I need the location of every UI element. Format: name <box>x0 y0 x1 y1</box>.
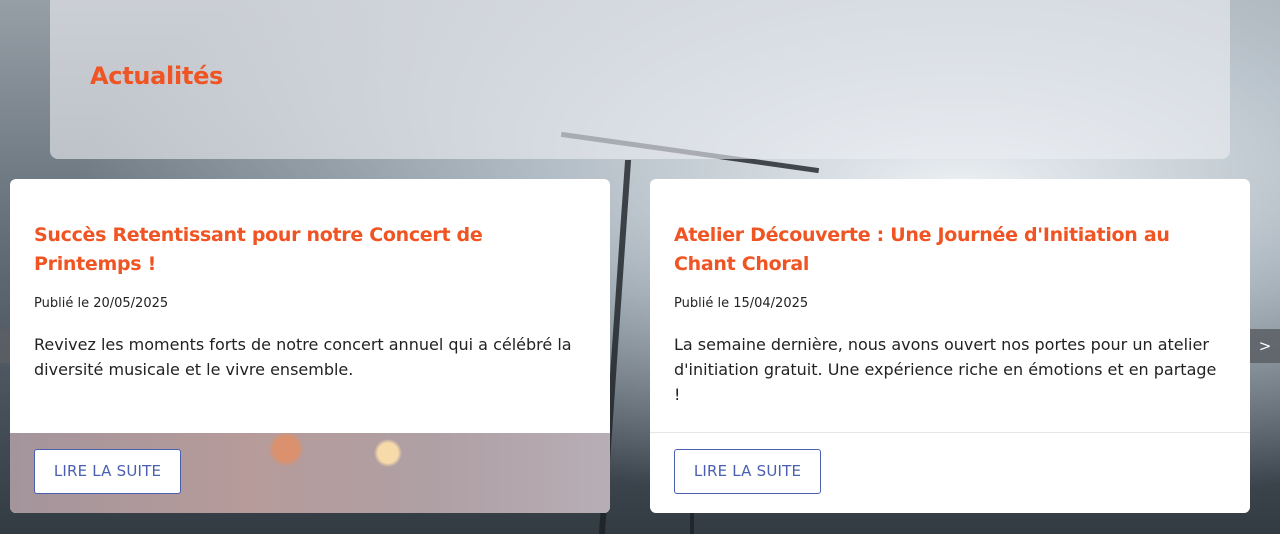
article-excerpt: La semaine dernière, nous avons ouvert n… <box>674 335 1217 404</box>
news-card: Atelier Découverte : Une Journée d'Initi… <box>650 179 1250 513</box>
news-card: Succès Retentissant pour notre Concert d… <box>10 179 610 513</box>
article-excerpt: Revivez les moments forts de notre conce… <box>34 335 572 379</box>
news-header: Actualités <box>50 0 1230 159</box>
carousel-next-button[interactable]: > <box>1250 329 1280 363</box>
card-footer: LIRE LA SUITE <box>650 432 1250 513</box>
card-footer: LIRE LA SUITE <box>10 433 610 513</box>
article-title[interactable]: Succès Retentissant pour notre Concert d… <box>34 221 586 279</box>
article-date: Publié le 15/04/2025 <box>674 296 809 311</box>
read-more-button[interactable]: LIRE LA SUITE <box>34 449 181 494</box>
section-title: Actualités <box>90 62 224 90</box>
article-date: Publié le 20/05/2025 <box>34 296 169 311</box>
article-title[interactable]: Atelier Découverte : Une Journée d'Initi… <box>674 221 1226 279</box>
read-more-button[interactable]: LIRE LA SUITE <box>674 449 821 494</box>
